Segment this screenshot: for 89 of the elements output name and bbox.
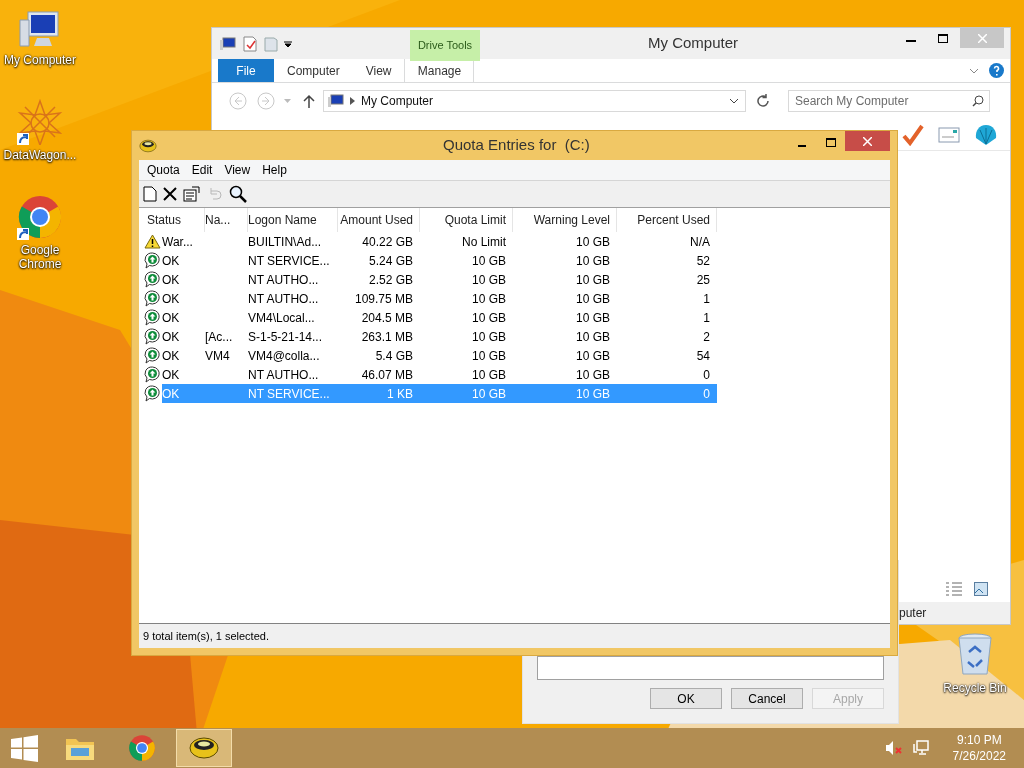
table-cell: OK — [162, 348, 180, 363]
menu-item[interactable]: Edit — [185, 161, 219, 179]
table-cell: NT SERVICE... — [248, 386, 330, 401]
table-cell: OK — [162, 367, 180, 382]
table-cell: 46.07 MB — [361, 367, 413, 382]
table-cell: 5.24 GB — [368, 253, 413, 268]
table-cell: War... — [162, 234, 193, 249]
table-row[interactable]: War... BUILTIN\Ad... 40.22 GB No Limit 10 GB N/A — [162, 232, 717, 251]
table-cell: 1 — [703, 310, 710, 325]
table-cell: 54 — [696, 348, 710, 363]
column-header[interactable]: Logon Name — [248, 208, 338, 232]
table-cell: 2.52 GB — [368, 272, 413, 287]
table-cell: NT SERVICE... — [248, 253, 330, 268]
status-bar-text: 9 total item(s), 1 selected. — [143, 628, 269, 644]
address-text: My Computer — [361, 93, 434, 110]
table-cell: 10 GB — [575, 348, 610, 363]
table-cell: No Limit — [462, 234, 506, 249]
search-field[interactable]: Search My Computer — [788, 90, 990, 112]
status-text: puter — [899, 605, 927, 622]
table-cell: OK — [162, 253, 180, 268]
table-cell: 0 — [703, 386, 710, 401]
table-cell: 204.5 MB — [361, 310, 413, 325]
table-cell: VM4@colla... — [248, 348, 320, 363]
table-cell: 2 — [703, 329, 710, 344]
table-cell: NT AUTHO... — [248, 291, 319, 306]
table-cell: 10 GB — [575, 367, 610, 382]
table-cell: 10 GB — [471, 310, 506, 325]
table-cell: OK — [162, 310, 180, 325]
table-cell: 263.1 MB — [361, 329, 413, 344]
table-cell: 25 — [696, 272, 710, 287]
ribbon-tab[interactable]: Computer — [274, 59, 353, 82]
table-cell: OK — [162, 291, 180, 306]
menu-item[interactable]: Quota — [141, 161, 186, 179]
column-header[interactable]: Na... — [205, 208, 248, 232]
table-cell: 1 — [703, 291, 710, 306]
table-cell: 10 GB — [575, 386, 610, 401]
table-cell: VM4\Local... — [248, 310, 315, 325]
ribbon-tab[interactable]: File — [218, 59, 274, 82]
table-cell: 0 — [703, 367, 710, 382]
table-cell: [Ac... — [205, 329, 233, 344]
table-cell: 10 GB — [471, 253, 506, 268]
ribbon-tab[interactable]: View — [352, 59, 405, 82]
table-row[interactable]: OK NT SERVICE... 5.24 GB 10 GB 10 GB 52 — [162, 251, 717, 270]
table-cell: 10 GB — [471, 291, 506, 306]
table-cell: 10 GB — [471, 329, 506, 344]
table-cell: 10 GB — [575, 253, 610, 268]
table-cell: 10 GB — [471, 348, 506, 363]
context-tab-group: Drive Tools — [410, 30, 480, 61]
dialog-button[interactable]: OK — [650, 688, 722, 709]
column-header[interactable]: Warning Level — [513, 208, 617, 232]
table-cell: N/A — [690, 234, 710, 249]
table-cell: 10 GB — [575, 310, 610, 325]
window-title: Quota Entries for (C:) — [443, 135, 590, 156]
menu-item[interactable]: Help — [256, 161, 293, 179]
ribbon-tab[interactable]: Manage — [404, 59, 475, 82]
column-header[interactable]: Quota Limit — [420, 208, 513, 232]
dialog-button[interactable]: Cancel — [731, 688, 803, 709]
window-title: My Computer — [648, 33, 739, 54]
table-cell: 10 GB — [471, 367, 506, 382]
table-cell: 10 GB — [471, 272, 506, 287]
table-cell: OK — [162, 329, 180, 344]
column-header[interactable]: Status — [147, 208, 205, 232]
table-cell: OK — [162, 272, 180, 287]
menu-item[interactable]: View — [218, 161, 257, 179]
table-cell: OK — [162, 386, 180, 401]
table-row[interactable]: OK [Ac... S-1-5-21-14... 263.1 MB 10 GB 10 GB 2 — [162, 327, 717, 346]
column-header[interactable]: Amount Used — [338, 208, 420, 232]
table-cell: 52 — [696, 253, 710, 268]
address-bar[interactable]: My Computer — [323, 90, 746, 112]
table-cell: BUILTIN\Ad... — [248, 234, 322, 249]
table-cell: 5.4 GB — [375, 348, 413, 363]
table-cell: 40.22 GB — [362, 234, 413, 249]
table-row[interactable]: OK NT AUTHO... 46.07 MB 10 GB 10 GB 0 — [162, 365, 717, 384]
table-cell: 10 GB — [471, 386, 506, 401]
table-row[interactable]: OK VM4\Local... 204.5 MB 10 GB 10 GB 1 — [162, 308, 717, 327]
table-cell: 10 GB — [575, 272, 610, 287]
column-header[interactable]: Percent Used — [617, 208, 717, 232]
table-cell: 10 GB — [575, 291, 610, 306]
table-cell: NT AUTHO... — [248, 272, 319, 287]
table-row[interactable]: OK VM4 VM4@colla... 5.4 GB 10 GB 10 GB 54 — [162, 346, 717, 365]
table-cell: S-1-5-21-14... — [248, 329, 323, 344]
table-cell: 10 GB — [575, 234, 610, 249]
table-cell: VM4 — [205, 348, 230, 363]
table-cell: 10 GB — [575, 329, 610, 344]
table-cell: 1 KB — [387, 386, 413, 401]
table-cell: NT AUTHO... — [248, 367, 319, 382]
table-row[interactable]: OK NT AUTHO... 109.75 MB 10 GB 10 GB 1 — [162, 289, 717, 308]
table-cell: 109.75 MB — [354, 291, 413, 306]
table-row[interactable]: OK NT AUTHO... 2.52 GB 10 GB 10 GB 25 — [162, 270, 717, 289]
